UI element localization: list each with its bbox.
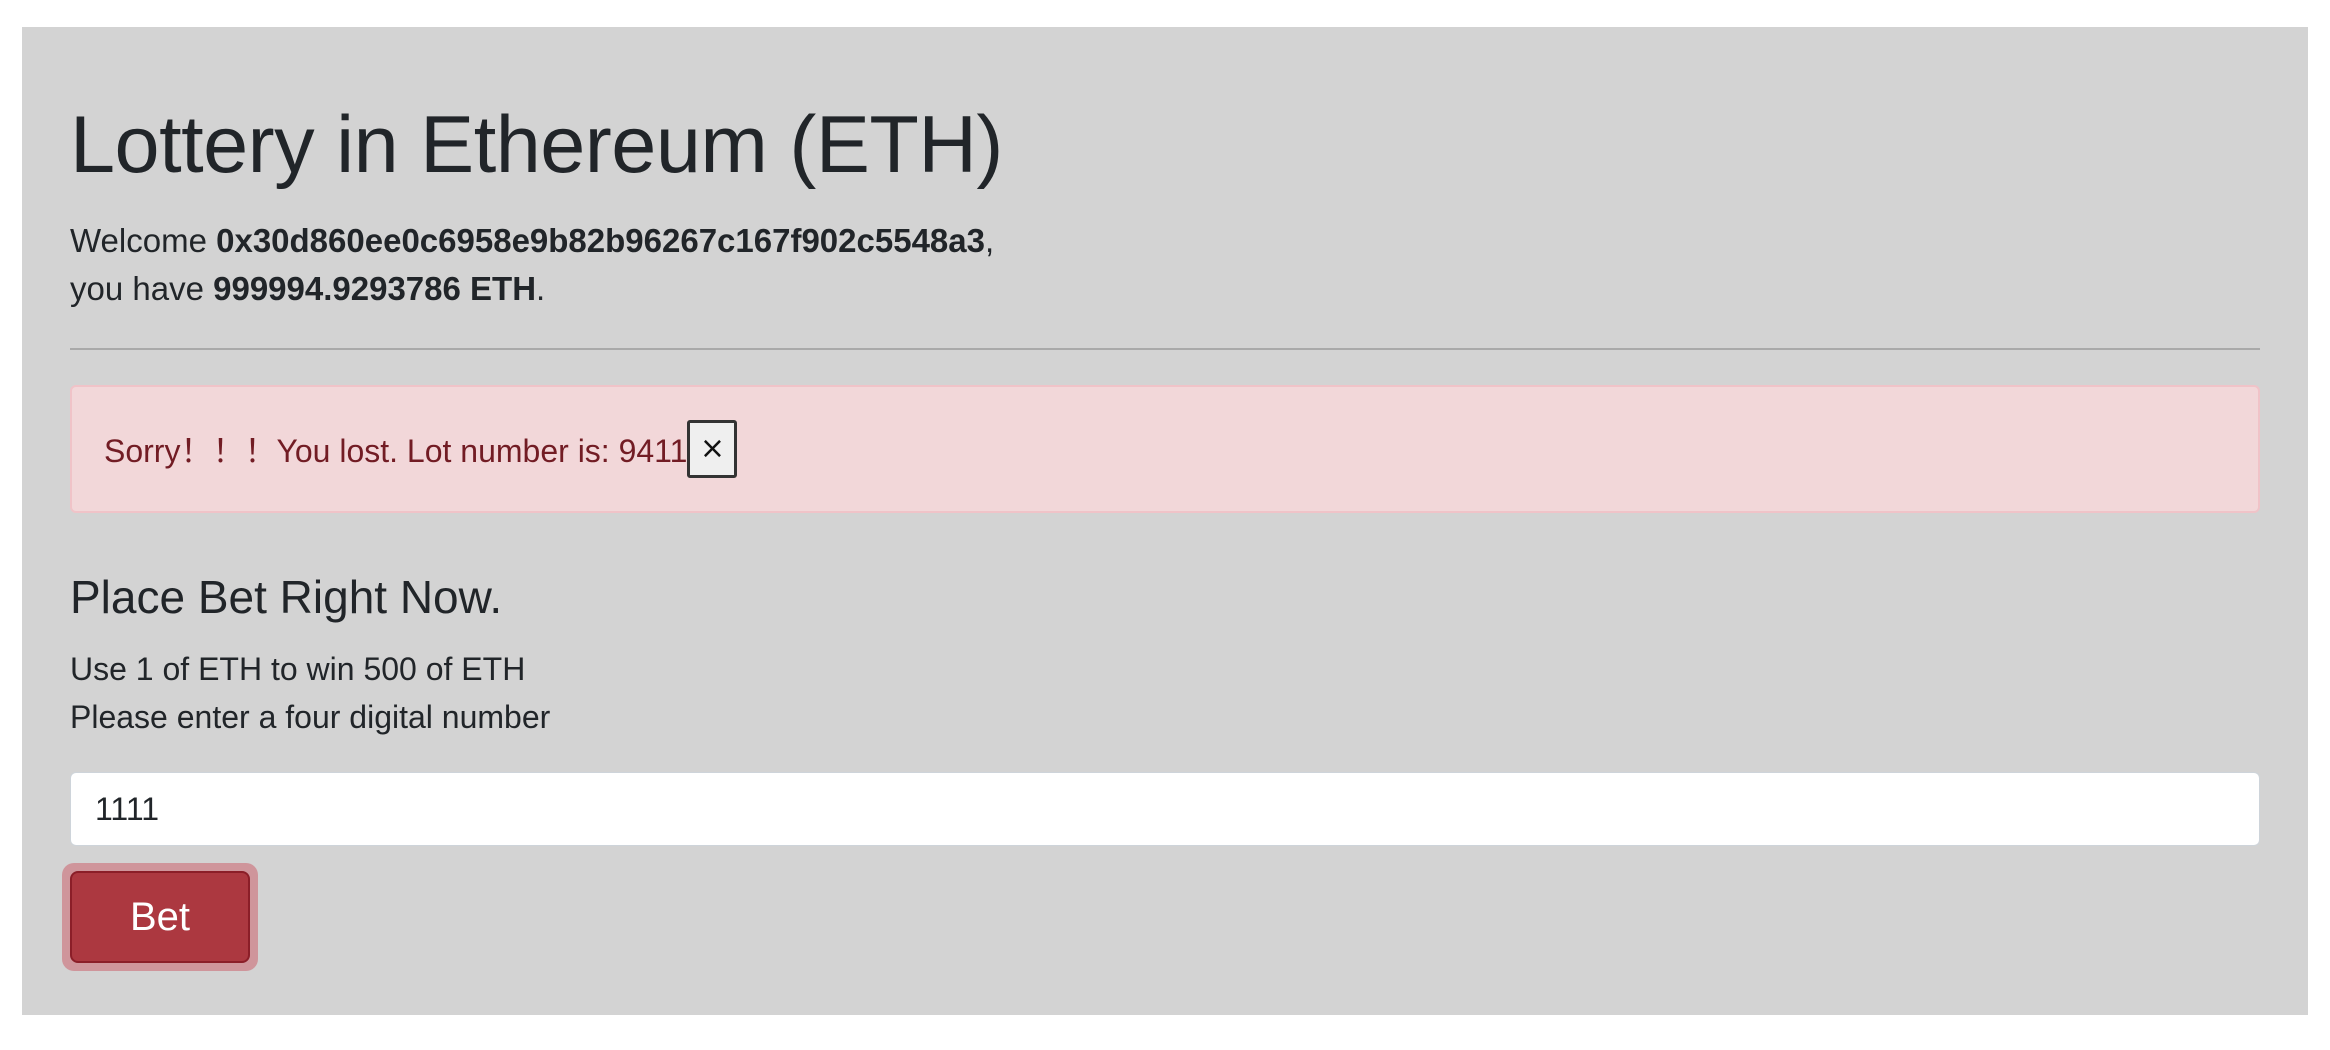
- alert-message: Sorry！！！You lost. Lot number is: 9411: [104, 433, 688, 469]
- account-info: Welcome 0x30d860ee0c6958e9b82b96267c167f…: [70, 217, 994, 313]
- page-title: Lottery in Ethereum (ETH): [70, 100, 1003, 190]
- balance-suffix: .: [536, 270, 546, 307]
- welcome-line: Welcome 0x30d860ee0c6958e9b82b96267c167f…: [70, 217, 994, 265]
- balance-line: you have 999994.9293786 ETH.: [70, 265, 994, 313]
- balance-prefix: you have: [70, 270, 214, 307]
- bet-rule: Use 1 of ETH to win 500 of ETH: [70, 651, 526, 687]
- bet-instruction: Please enter a four digital number: [70, 699, 551, 735]
- result-alert: Sorry！！！You lost. Lot number is: 9411 ×: [70, 385, 2260, 513]
- bet-number-input[interactable]: [70, 772, 2260, 846]
- bet-heading: Place Bet Right Now.: [70, 571, 503, 623]
- balance-value: 999994.9293786 ETH: [213, 270, 537, 307]
- bet-button[interactable]: Bet: [70, 871, 250, 963]
- main-panel: Lottery in Ethereum (ETH) Welcome 0x30d8…: [22, 27, 2308, 1015]
- welcome-prefix: Welcome: [70, 222, 217, 259]
- divider: [70, 348, 2260, 350]
- welcome-suffix: ,: [985, 222, 995, 259]
- bet-button-focus-ring: Bet: [62, 863, 258, 971]
- close-alert-button[interactable]: ×: [687, 420, 738, 478]
- wallet-address: 0x30d860ee0c6958e9b82b96267c167f902c5548…: [216, 222, 985, 259]
- bet-info: Use 1 of ETH to win 500 of ETH Please en…: [70, 645, 550, 741]
